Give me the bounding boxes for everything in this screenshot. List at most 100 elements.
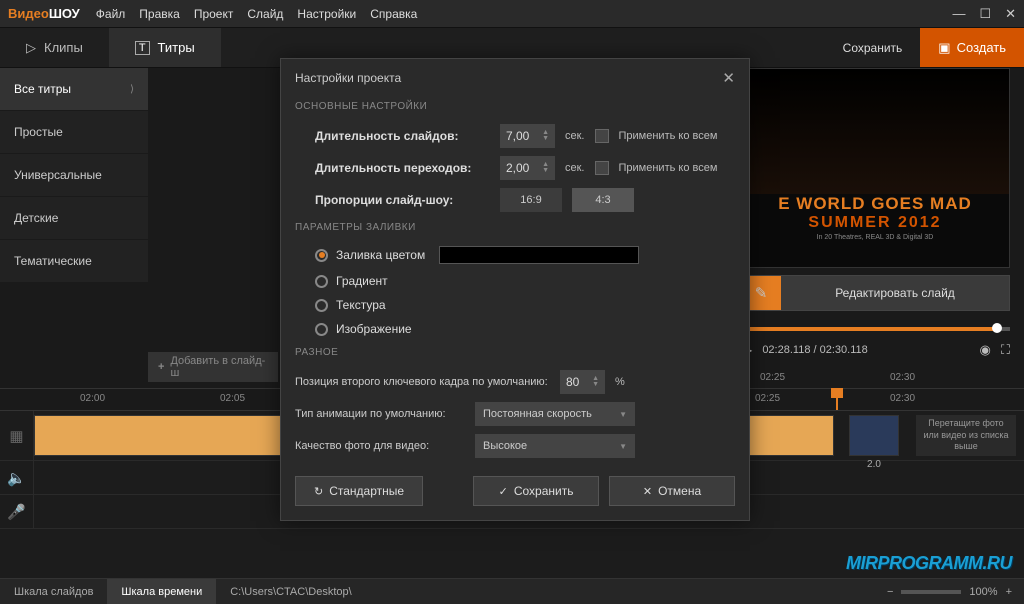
sidebar-item-all[interactable]: Все титры ⟩ [0, 68, 148, 111]
anim-label: Тип анимации по умолчанию: [295, 408, 465, 420]
save-button[interactable]: Сохранить [825, 28, 921, 67]
drop-zone[interactable]: Перетащите фото или видео из списка выше [916, 415, 1016, 456]
fill-gradient-label: Градиент [336, 274, 388, 288]
radio-icon [315, 249, 328, 262]
sidebar-item-thematic[interactable]: Тематические [0, 240, 148, 283]
fill-gradient-radio[interactable]: Градиент [281, 269, 749, 293]
maximize-icon[interactable]: ☐ [979, 6, 991, 22]
fill-texture-radio[interactable]: Текстура [281, 293, 749, 317]
preview-panel: E WORLD GOES MAD SUMMER 2012 In 20 Theat… [740, 68, 1010, 268]
default-button[interactable]: ↻ Стандартные [295, 476, 423, 506]
menu-slide[interactable]: Слайд [247, 7, 283, 21]
apply-all-checkbox-1[interactable] [595, 129, 609, 143]
sidebar-item-simple[interactable]: Простые [0, 111, 148, 154]
color-swatch[interactable] [439, 246, 639, 264]
check-icon: ✓ [499, 485, 508, 498]
create-button[interactable]: ▣ Создать [920, 28, 1024, 67]
zoom-value: 100% [969, 586, 997, 598]
transition-duration-label: Длительность переходов: [315, 161, 490, 175]
status-path: C:\Users\CTAC\Desktop\ [216, 586, 365, 598]
playback-slider[interactable] [740, 320, 1010, 336]
poster-title-1: E WORLD GOES MAD [747, 194, 1003, 214]
status-bar: Шкала слайдов Шкала времени C:\Users\CTA… [0, 578, 1024, 604]
ruler-tick: 02:30 [890, 393, 915, 404]
menu-edit[interactable]: Правка [139, 7, 180, 21]
unit-sec: сек. [565, 162, 585, 174]
quality-select[interactable]: Высокое ▼ [475, 434, 635, 458]
sidebar-label: Универсальные [14, 168, 102, 182]
zoom-slider[interactable] [901, 590, 961, 594]
keyframe-label: Позиция второго ключевого кадра по умолч… [295, 376, 550, 388]
tab-titles[interactable]: T Титры [109, 28, 221, 67]
ruler-tick: 02:05 [220, 393, 245, 404]
spinner-arrows-icon[interactable]: ▲▼ [542, 130, 549, 142]
sidebar-label: Простые [14, 125, 63, 139]
spinner-arrows-icon[interactable]: ▲▼ [592, 376, 599, 388]
section-main: ОСНОВНЫЕ НАСТРОЙКИ [281, 95, 749, 120]
window-controls: — ☐ ✕ [952, 6, 1016, 22]
transition-duration-input[interactable]: 2,00 ▲▼ [500, 156, 555, 180]
dialog-close-icon[interactable]: ✕ [722, 69, 735, 87]
menu-settings[interactable]: Настройки [297, 7, 356, 21]
slide-duration-input[interactable]: 7,00 ▲▼ [500, 124, 555, 148]
section-misc: РАЗНОЕ [281, 341, 749, 366]
zoom-out-icon[interactable]: − [887, 586, 893, 598]
apply-all-checkbox-2[interactable] [595, 161, 609, 175]
dialog-title: Настройки проекта [295, 71, 401, 85]
video-track-icon: ▦ [0, 411, 34, 460]
sidebar-item-universal[interactable]: Универсальные [0, 154, 148, 197]
sidebar-label: Все титры [14, 82, 71, 96]
anim-select[interactable]: Постоянная скорость ▼ [475, 402, 635, 426]
mic-icon: 🎤 [0, 495, 34, 528]
keyframe-input[interactable]: 80 ▲▼ [560, 370, 605, 394]
aspect-label: Пропорции слайд-шоу: [315, 193, 490, 207]
dialog-cancel-button[interactable]: ✕ Отмена [609, 476, 735, 506]
fill-color-radio[interactable]: Заливка цветом [281, 241, 749, 269]
snapshot-icon[interactable]: ◉ [980, 342, 991, 358]
tab-clips-label: Клипы [44, 40, 83, 55]
x-icon: ✕ [643, 485, 652, 498]
menu-file[interactable]: Файл [96, 7, 126, 21]
tab-time-scale[interactable]: Шкала времени [107, 579, 216, 604]
tab-slides-scale[interactable]: Шкала слайдов [0, 579, 107, 604]
sidebar-item-kids[interactable]: Детские [0, 197, 148, 240]
add-label: Добавить в слайд-ш [170, 355, 268, 379]
spinner-arrows-icon[interactable]: ▲▼ [542, 162, 549, 174]
zoom-in-icon[interactable]: + [1006, 586, 1012, 598]
ruler-tick: 02:25 [755, 393, 780, 404]
sidebar-label: Тематические [14, 254, 92, 268]
apply-all-label: Применить ко всем [619, 130, 718, 142]
playhead[interactable] [836, 389, 838, 410]
poster-title-2: SUMMER 2012 [747, 214, 1003, 232]
edit-slide-label: Редактировать слайд [781, 286, 1009, 300]
radio-icon [315, 323, 328, 336]
add-to-slideshow-button[interactable]: + Добавить в слайд-ш [148, 352, 278, 382]
plus-icon: + [158, 361, 164, 373]
menu-help[interactable]: Справка [370, 7, 417, 21]
preview-ruler: 02:25 02:30 [740, 368, 1010, 386]
watermark: MIRPROGRAMM.RU [846, 553, 1012, 574]
aspect-169-button[interactable]: 16:9 [500, 188, 562, 212]
edit-slide-button[interactable]: ✎ Редактировать слайд [740, 275, 1010, 311]
tab-clips[interactable]: ▷ Клипы [0, 28, 109, 67]
minimize-icon[interactable]: — [952, 6, 965, 22]
menu-project[interactable]: Проект [194, 7, 234, 21]
dialog-save-button[interactable]: ✓ Сохранить [473, 476, 599, 506]
radio-icon [315, 275, 328, 288]
project-settings-dialog: Настройки проекта ✕ ОСНОВНЫЕ НАСТРОЙКИ Д… [280, 58, 750, 521]
speaker-icon: 🔈 [0, 461, 34, 494]
apply-all-label: Применить ко всем [619, 162, 718, 174]
logo-part2: ШОУ [49, 6, 80, 21]
fill-color-label: Заливка цветом [336, 248, 425, 262]
app-logo: ВидеоШОУ [8, 6, 80, 21]
dropdown-icon: ▼ [619, 410, 627, 419]
create-label: Создать [957, 40, 1006, 55]
aspect-43-button[interactable]: 4:3 [572, 188, 634, 212]
playback-time: 02:28.118 / 02:30.118 [762, 344, 969, 356]
video-clip-thumb[interactable]: 2.0 [849, 415, 899, 456]
fullscreen-icon[interactable]: ⛶ [1001, 342, 1010, 358]
close-icon[interactable]: ✕ [1005, 6, 1016, 22]
ruler-tick: 02:00 [80, 393, 105, 404]
fill-image-radio[interactable]: Изображение [281, 317, 749, 341]
refresh-icon: ↻ [314, 485, 323, 498]
